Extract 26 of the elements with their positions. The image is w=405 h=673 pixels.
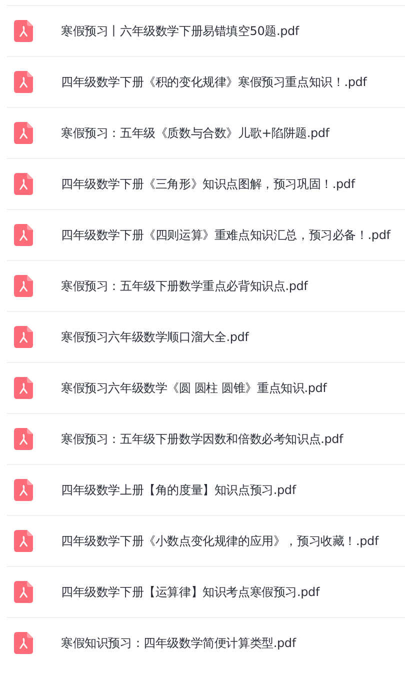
file-name[interactable]: 四年级数学下册《积的变化规律》寒假预习重点知识！.pdf xyxy=(61,74,367,90)
file-name[interactable]: 寒假预习六年级数学《圆 圆柱 圆锥》重点知识.pdf xyxy=(61,380,327,396)
file-name[interactable]: 寒假预习：五年级《质数与合数》儿歌+陷阱题.pdf xyxy=(61,124,330,142)
file-name[interactable]: 寒假预习六年级数学顺口溜大全.pdf xyxy=(61,328,249,346)
pdf-icon xyxy=(14,632,33,654)
pdf-icon xyxy=(14,530,33,552)
file-name[interactable]: 寒假预习：五年级下册数学因数和倍数必考知识点.pdf xyxy=(61,430,344,448)
file-name[interactable]: 寒假知识预习：四年级数学简便计算类型.pdf xyxy=(61,634,296,652)
pdf-icon xyxy=(14,122,33,144)
file-name[interactable]: 四年级数学下册《小数点变化规律的应用》，预习收藏！.pdf xyxy=(61,532,378,550)
file-name[interactable]: 四年级数学下册《四则运算》重难点知识汇总，预习必备！.pdf xyxy=(61,226,390,244)
pdf-icon xyxy=(14,224,33,246)
pdf-icon xyxy=(14,173,33,195)
file-name[interactable]: 四年级数学下册【运算律】知识考点寒假预习.pdf xyxy=(61,584,320,600)
pdf-icon xyxy=(14,479,33,501)
pdf-icon xyxy=(14,377,33,399)
file-name[interactable]: 寒假预习丨六年级数学下册易错填空50题.pdf xyxy=(61,22,299,40)
pdf-icon xyxy=(14,326,33,348)
file-name[interactable]: 寒假预习：五年级下册数学重点必背知识点.pdf xyxy=(61,278,308,294)
pdf-icon xyxy=(14,275,33,297)
pdf-icon xyxy=(14,428,33,450)
pdf-icon xyxy=(14,71,33,93)
file-name[interactable]: 四年级数学上册【角的度量】知识点预习.pdf xyxy=(61,482,296,498)
file-name[interactable]: 四年级数学下册《三角形》知识点图解，预习巩固！.pdf xyxy=(61,176,355,192)
pdf-icon xyxy=(14,20,33,42)
pdf-icon xyxy=(14,581,33,603)
